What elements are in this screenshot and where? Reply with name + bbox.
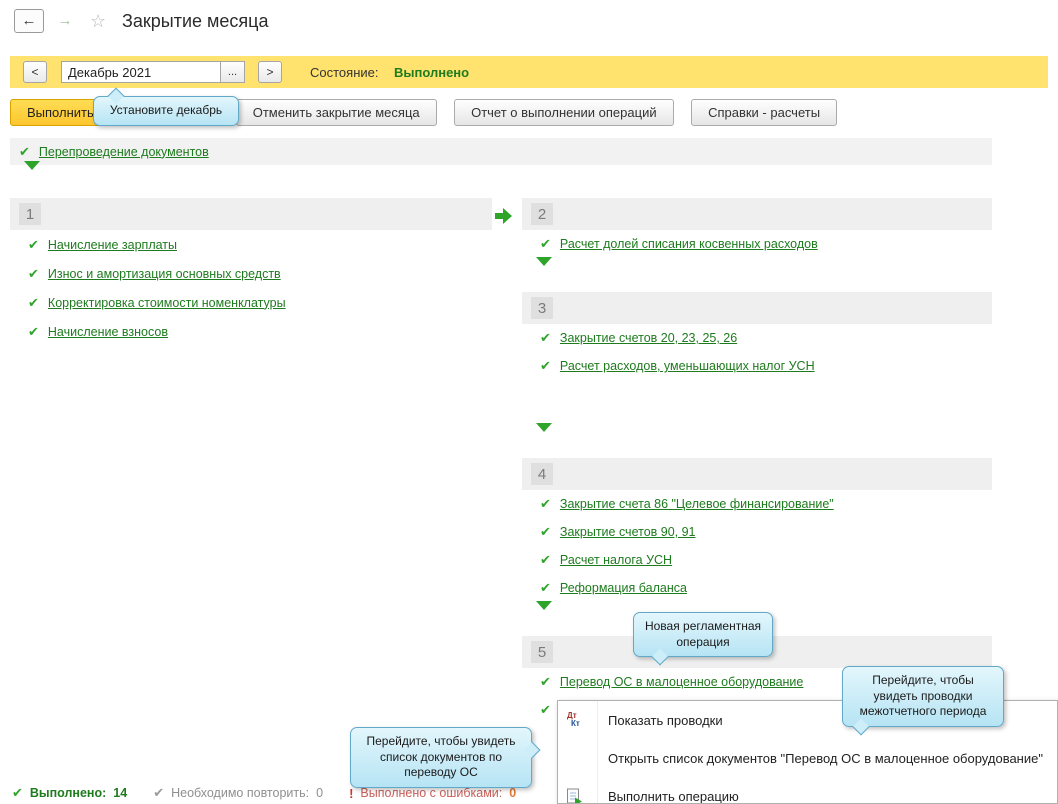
- status-done: ✔ Выполнено: 14: [12, 785, 127, 801]
- block-3-header: 3: [522, 292, 992, 324]
- operation-row: ✔ Начисление взносов: [10, 317, 492, 346]
- block-1-header: 1: [10, 198, 492, 230]
- back-arrow-icon[interactable]: ←: [14, 9, 44, 33]
- reposting-documents-link[interactable]: Перепроведение документов: [39, 145, 209, 159]
- down-arrow-icon: [522, 258, 992, 292]
- period-group: ...: [61, 61, 245, 83]
- favorite-star-icon[interactable]: ☆: [90, 11, 106, 32]
- block-2-header: 2: [522, 198, 992, 230]
- check-icon: ✔: [540, 580, 551, 596]
- state-value: Выполнено: [394, 65, 469, 80]
- operation-link-usn-tax[interactable]: Расчет налога УСН: [560, 553, 672, 567]
- menu-item-label: Выполнить операцию: [608, 789, 739, 804]
- status-repeat-label: Необходимо повторить:: [171, 786, 309, 800]
- month-closing-window: ← → ☆ Закрытие месяца < ... > Состояние:…: [0, 0, 1058, 804]
- right-arrow-icon: [495, 208, 512, 224]
- cancel-month-closing-button[interactable]: Отменить закрытие месяца: [236, 99, 437, 126]
- operation-row: ✔ Закрытие счета 86 "Целевое финансирова…: [522, 490, 992, 518]
- check-icon: ✔: [540, 236, 551, 252]
- previous-period-button[interactable]: <: [23, 61, 47, 83]
- tooltip-pointer: [524, 742, 541, 759]
- tooltip-text: Новая регламентная операция: [645, 619, 761, 649]
- operation-row: ✔ Расчет долей списания косвенных расход…: [522, 230, 992, 258]
- period-input[interactable]: [61, 61, 221, 83]
- down-arrow-icon: [522, 424, 992, 458]
- run-operation-icon: [567, 789, 579, 804]
- menu-item-label: Показать проводки: [608, 713, 723, 728]
- operation-link-usn-expenses[interactable]: Расчет расходов, уменьшающих налог УСН: [560, 359, 815, 373]
- operation-link-close-account-86[interactable]: Закрытие счета 86 "Целевое финансировани…: [560, 497, 834, 511]
- check-icon: ✔: [540, 524, 551, 540]
- operation-link-depreciation[interactable]: Износ и амортизация основных средств: [48, 267, 281, 281]
- tooltip-text: Установите декабрь: [110, 103, 222, 117]
- check-icon: ✔: [540, 552, 551, 568]
- status-done-value: 14: [113, 786, 127, 800]
- operation-row: ✔ Расчет расходов, уменьшающих налог УСН: [522, 352, 992, 380]
- tooltip-set-december: Установите декабрь: [93, 96, 239, 126]
- operation-link-close-accounts-20[interactable]: Закрытие счетов 20, 23, 25, 26: [560, 331, 737, 345]
- dt-kt-icon: Дт Кт: [567, 712, 580, 728]
- period-bar: < ... > Состояние: Выполнено: [10, 56, 1048, 88]
- check-icon: ✔: [540, 496, 551, 512]
- column-stage-1: 1 ✔ Начисление зарплаты ✔ Износ и аморти…: [10, 198, 492, 346]
- operation-link-close-accounts-90-91[interactable]: Закрытие счетов 90, 91: [560, 525, 696, 539]
- tooltip-see-postings: Перейдите, чтобы увидеть проводки межотч…: [842, 666, 1004, 727]
- operation-row: ✔ Реформация баланса: [522, 574, 992, 602]
- check-icon: ✔: [540, 674, 551, 690]
- down-arrow-icon: [24, 170, 40, 188]
- operation-link-contributions[interactable]: Начисление взносов: [48, 325, 168, 339]
- status-errors-value: 0: [509, 786, 516, 800]
- tooltip-text: Перейдите, чтобы увидеть список документ…: [367, 734, 516, 779]
- block-3-number: 3: [531, 297, 553, 319]
- block-2-number: 2: [531, 203, 553, 225]
- operation-row: ✔ Закрытие счетов 90, 91: [522, 518, 992, 546]
- menu-item-open-documents-list[interactable]: Открыть список документов "Перевод ОС в …: [558, 739, 1057, 777]
- kt-label: Кт: [567, 720, 580, 728]
- operations-report-button[interactable]: Отчет о выполнении операций: [454, 99, 674, 126]
- operation-link-balance-reformation[interactable]: Реформация баланса: [560, 581, 687, 595]
- menu-item-run-operation[interactable]: Выполнить операцию: [558, 777, 1057, 804]
- menu-item-label: Открыть список документов "Перевод ОС в …: [608, 751, 1043, 766]
- check-icon: ✔: [540, 702, 551, 718]
- block-1-number: 1: [19, 203, 41, 225]
- operation-link-os-transfer[interactable]: Перевод ОС в малоценное оборудование: [560, 675, 803, 689]
- references-calculations-button[interactable]: Справки - расчеты: [691, 99, 837, 126]
- operation-row: ✔ Расчет налога УСН: [522, 546, 992, 574]
- check-icon: ✔: [28, 237, 39, 253]
- check-icon: ✔: [153, 785, 164, 801]
- status-repeat-value: 0: [316, 786, 323, 800]
- tooltip-new-operation: Новая регламентная операция: [633, 612, 773, 657]
- tooltip-see-documents: Перейдите, чтобы увидеть список документ…: [350, 727, 532, 788]
- error-exclamation-icon: !: [349, 786, 353, 801]
- check-icon: ✔: [12, 785, 23, 801]
- check-icon: ✔: [28, 295, 39, 311]
- status-repeat: ✔ Необходимо повторить: 0: [153, 785, 323, 801]
- tooltip-pointer: [108, 88, 125, 105]
- operation-link-cost-adjustment[interactable]: Корректировка стоимости номенклатуры: [48, 296, 286, 310]
- state-label: Состояние:: [310, 65, 378, 80]
- operation-row: ✔ Закрытие счетов 20, 23, 25, 26: [522, 324, 992, 352]
- check-icon: ✔: [19, 144, 30, 160]
- check-icon: ✔: [28, 266, 39, 282]
- status-errors-label: Выполнено с ошибками:: [360, 786, 502, 800]
- forward-arrow-icon[interactable]: →: [50, 9, 80, 33]
- check-icon: ✔: [540, 358, 551, 374]
- page-title: Закрытие месяца: [122, 11, 268, 32]
- check-icon: ✔: [28, 324, 39, 340]
- block-4-header: 4: [522, 458, 992, 490]
- block-5-number: 5: [531, 641, 553, 663]
- operation-link-indirect-costs[interactable]: Расчет долей списания косвенных расходов: [560, 237, 818, 251]
- status-done-label: Выполнено:: [30, 786, 106, 800]
- spacer: [522, 380, 992, 424]
- operation-row: ✔ Корректировка стоимости номенклатуры: [10, 288, 492, 317]
- reposting-strip: ✔ Перепроведение документов: [10, 138, 992, 165]
- tooltip-text: Перейдите, чтобы увидеть проводки межотч…: [860, 673, 987, 718]
- next-period-button[interactable]: >: [258, 61, 282, 83]
- period-picker-button[interactable]: ...: [221, 61, 245, 83]
- operation-link-payroll[interactable]: Начисление зарплаты: [48, 238, 177, 252]
- block-4-number: 4: [531, 463, 553, 485]
- operation-row: ✔ Износ и амортизация основных средств: [10, 259, 492, 288]
- check-icon: ✔: [540, 330, 551, 346]
- operation-row: ✔ Начисление зарплаты: [10, 230, 492, 259]
